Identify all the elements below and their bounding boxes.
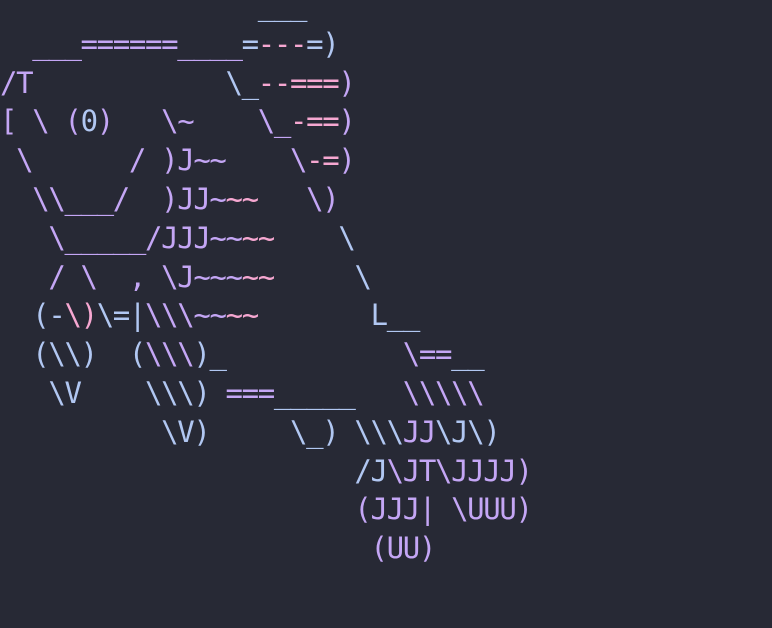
art-segment: === [225,375,276,410]
art-segment: \_ [32,65,260,100]
art-segment: \\\~~ [145,298,227,333]
art-line: ___ [0,0,532,25]
art-segment: ~~ [241,259,276,294]
art-segment: ) \~ \_ [96,104,292,139]
art-line: / \ , \J~~~~~ \ [0,258,532,297]
art-segment: ) [338,65,355,100]
art-line: \\___/ )JJ~~~ \) [0,180,532,219]
art-line: [ \ (0) \~ \_-==) [0,102,532,141]
art-line: (JJJ| \UUU) [0,490,533,529]
art-segment: \\___/ )JJ~ [0,181,227,216]
art-segment: ___ [0,0,308,22]
art-line: \_____/JJJ~~~~ \ [0,219,532,258]
art-segment: \ [273,220,355,255]
art-segment: /J [0,453,388,488]
art-segment: \JT\JJJJ) [386,453,533,488]
art-segment: (\\) ( [0,337,146,372]
art-segment: \) [64,298,98,333]
art-line: (\\) (\\\)_ \==__ [0,335,532,374]
art-segment: )_ [193,337,227,372]
art-segment: --=== [257,65,340,100]
art-segment: \=| [96,298,147,333]
art-segment: \V \\\) [0,375,226,410]
art-segment: ~~ [225,181,260,216]
art-segment: / \ , \J~~~ [0,259,243,294]
art-segment: -= [306,143,340,178]
art-segment: [ \ ( [0,104,82,139]
art-segment: (JJJ| \UUU) [0,492,533,527]
art-segment: \\\ [145,337,195,372]
art-segment: ) [338,104,355,139]
art-segment: \ / )J~~ \ [0,143,307,178]
art-segment: ___======____ [0,26,243,61]
art-segment: = [241,26,259,61]
art-segment: (- [0,298,66,333]
art-segment: ~~ [225,298,260,333]
art-segment: ~~ [241,220,276,255]
art-segment: --- [257,26,308,61]
art-line: \V) \_) \\\JJ\J\) [0,413,532,452]
art-segment: (UU) [0,531,437,566]
art-segment: _____ [273,375,356,410]
art-segment: \) [257,181,340,216]
ascii-art-rhinoceros: ___ ___======____=---=)/T \_--===)[ \ (0… [0,0,533,568]
terminal-window[interactable]: ___ ___======____=---=)/T \_--===)[ \ (0… [0,0,772,628]
art-segment: \_____/JJJ~~ [0,220,243,255]
art-segment: L__ [257,298,421,333]
art-line: \ / )J~~ \-=) [0,141,532,180]
art-line: /T \_--===) [0,64,532,103]
art-segment: ) [338,143,355,178]
art-segment: __ [451,337,485,372]
art-segment: -== [290,104,340,139]
art-segment: \\\\\ [354,375,485,410]
art-segment: \V) \_) \\\ [0,414,404,449]
art-segment: =) [306,26,340,61]
art-segment: \ [273,259,371,294]
art-line: (-\)\=|\\\~~~~ L__ [0,296,532,335]
art-segment: \== [225,337,453,372]
art-segment: 0 [80,104,98,139]
art-line: (UU) [0,529,532,568]
art-line: \V \\\) ===_____ \\\\\ [0,374,532,413]
art-segment: \J\) [434,414,501,449]
art-segment: JJ [402,414,437,449]
art-line: /J\JT\JJJJ) [0,452,533,491]
art-segment: /T [0,65,34,100]
art-line: ___======____=---=) [0,25,532,64]
